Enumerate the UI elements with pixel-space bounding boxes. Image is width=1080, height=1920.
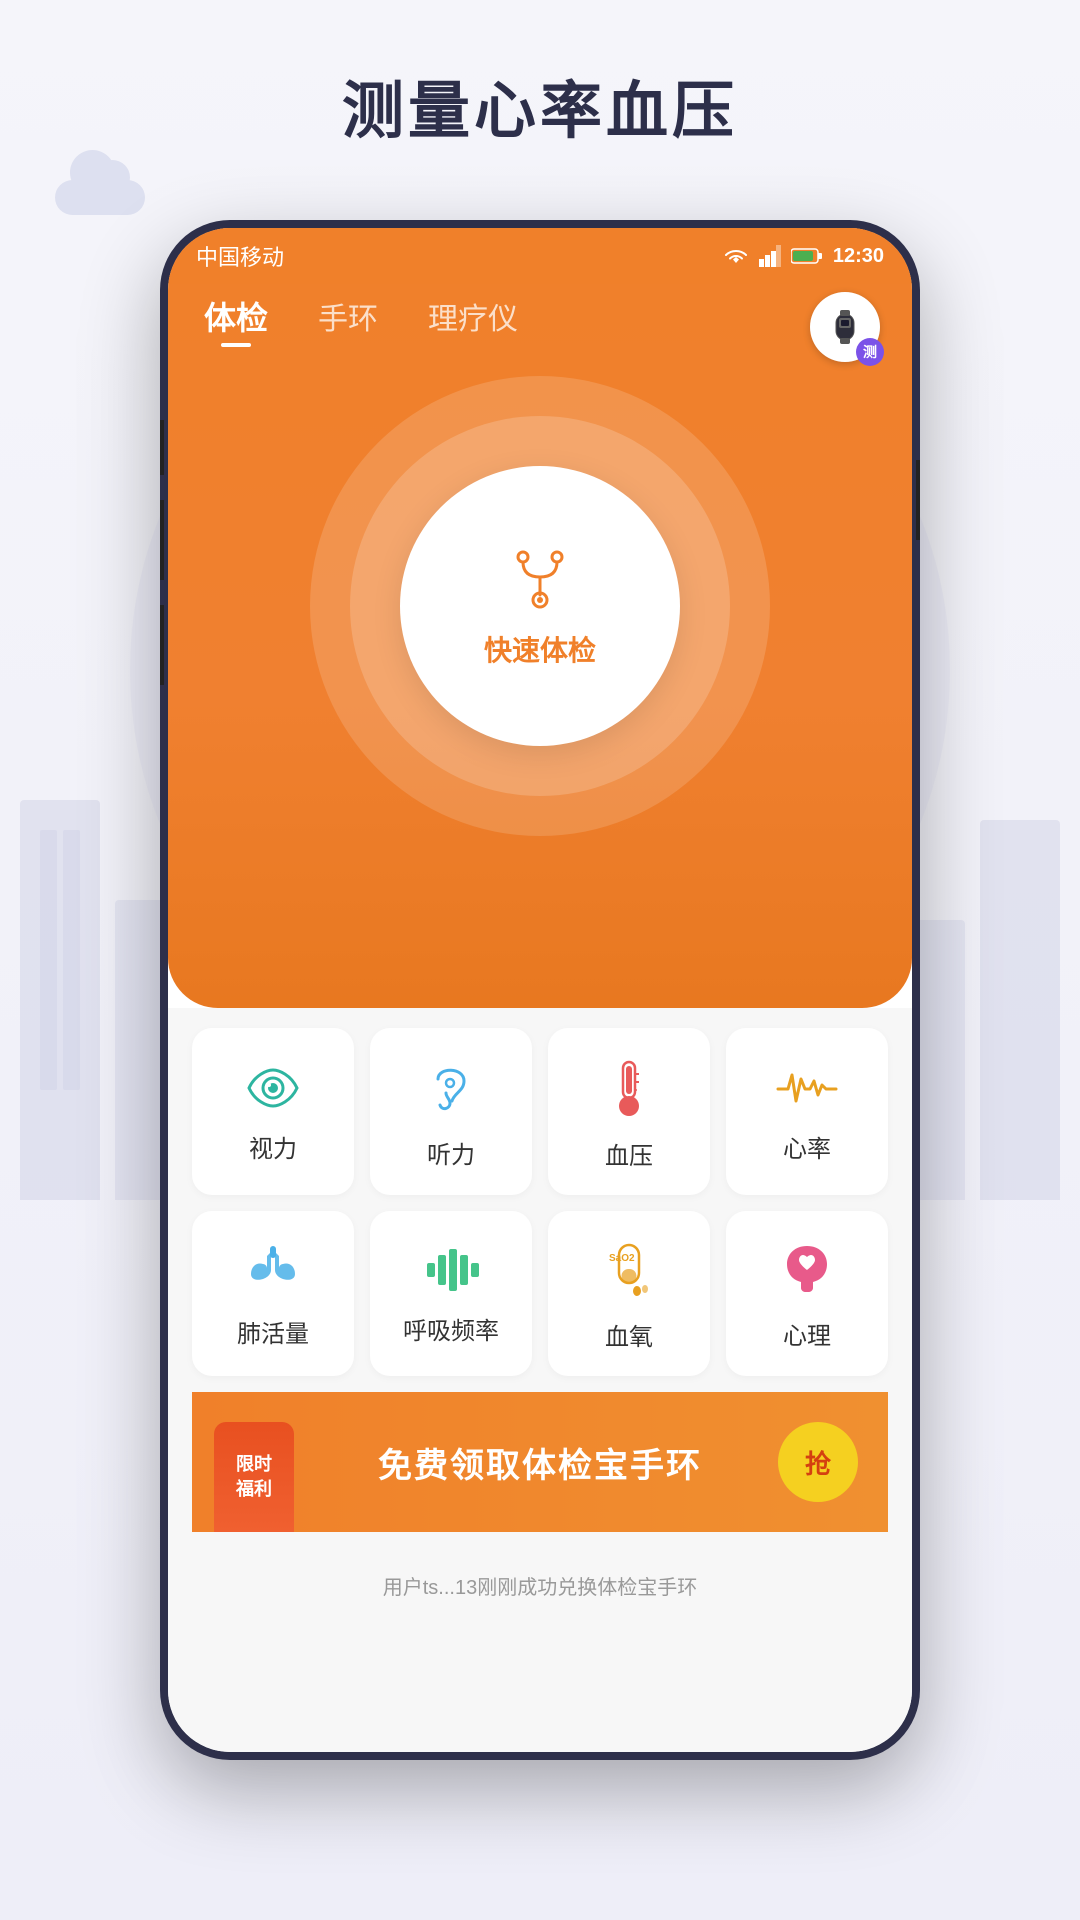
center-button-outer[interactable]: 快速体检 — [310, 376, 770, 836]
notification-text: 用户ts...13刚刚成功兑换体检宝手环 — [383, 1571, 697, 1600]
limited-badge: 限时 福利 — [214, 1422, 294, 1532]
banner-text: 免费领取体检宝手环 — [378, 1438, 702, 1487]
header-area: 中国移动 — [168, 228, 912, 1008]
svg-text:SaO2: SaO2 — [609, 1253, 635, 1264]
tab-therapy[interactable]: 理疗仪 — [428, 294, 518, 346]
notification-bar: 用户ts...13刚刚成功兑换体检宝手环 — [168, 1563, 912, 1607]
page-title: 测量心率血压 — [0, 60, 1080, 150]
center-button-inner: 快速体检 — [400, 466, 680, 746]
heartrate-icon — [776, 1065, 838, 1111]
grab-button[interactable]: 抢 — [778, 1422, 858, 1502]
status-icons: 12:30 — [723, 245, 884, 268]
wristband-button[interactable]: 测 — [810, 292, 890, 372]
hearing-label: 听力 — [427, 1135, 475, 1170]
hr-label: 心率 — [783, 1129, 831, 1164]
center-button-label: 快速体检 — [484, 629, 596, 669]
status-bar: 中国移动 — [168, 228, 912, 284]
oxygen-label: 血氧 — [605, 1317, 653, 1352]
lung-label: 肺活量 — [237, 1314, 309, 1349]
lung-icon — [243, 1244, 303, 1296]
grid-item-lung[interactable]: 肺活量 — [192, 1211, 354, 1376]
ear-icon — [428, 1059, 474, 1117]
volume-down-button — [160, 605, 164, 685]
tab-physical[interactable]: 体检 — [204, 293, 268, 347]
tab-bar: 体检 手环 理疗仪 — [168, 284, 912, 356]
oxygen-icon: SaO2 — [603, 1241, 655, 1299]
mental-icon — [781, 1242, 833, 1298]
wristband-badge: 测 — [856, 338, 884, 366]
grid-item-hr[interactable]: 心率 — [726, 1028, 888, 1195]
health-grid-area: 视力 听力 — [168, 1008, 912, 1752]
breath-icon — [421, 1247, 481, 1293]
volume-mute-button — [160, 420, 164, 475]
phone-screen: 中国移动 — [168, 228, 912, 1752]
power-button — [916, 460, 920, 540]
vision-label: 视力 — [249, 1129, 297, 1164]
health-grid-row2: 肺活量 呼吸频率 — [192, 1211, 888, 1376]
breath-label: 呼吸频率 — [403, 1311, 499, 1346]
mental-label: 心理 — [783, 1316, 831, 1351]
grid-item-breath[interactable]: 呼吸频率 — [370, 1211, 532, 1376]
grid-item-mental[interactable]: 心理 — [726, 1211, 888, 1376]
phone-frame: 中国移动 — [160, 220, 920, 1760]
health-grid-row1: 视力 听力 — [192, 1028, 888, 1195]
wifi-icon — [723, 245, 749, 267]
cloud — [55, 155, 165, 215]
center-button-mid: 快速体检 — [350, 416, 730, 796]
grid-item-bp[interactable]: 血压 — [548, 1028, 710, 1195]
grid-item-vision[interactable]: 视力 — [192, 1028, 354, 1195]
signal-icon — [759, 245, 781, 267]
eye-icon — [245, 1065, 301, 1111]
battery-icon — [791, 247, 823, 265]
stethoscope-icon — [505, 543, 575, 613]
status-time: 12:30 — [833, 245, 884, 268]
grid-item-oxygen[interactable]: SaO2 血氧 — [548, 1211, 710, 1376]
grid-item-hearing[interactable]: 听力 — [370, 1028, 532, 1195]
thermometer-icon — [610, 1058, 648, 1118]
bottom-banner[interactable]: 限时 福利 免费领取体检宝手环 抢 — [192, 1392, 888, 1532]
tab-band[interactable]: 手环 — [318, 294, 378, 346]
bp-label: 血压 — [605, 1136, 653, 1171]
carrier-label: 中国移动 — [196, 240, 284, 272]
volume-up-button — [160, 500, 164, 580]
